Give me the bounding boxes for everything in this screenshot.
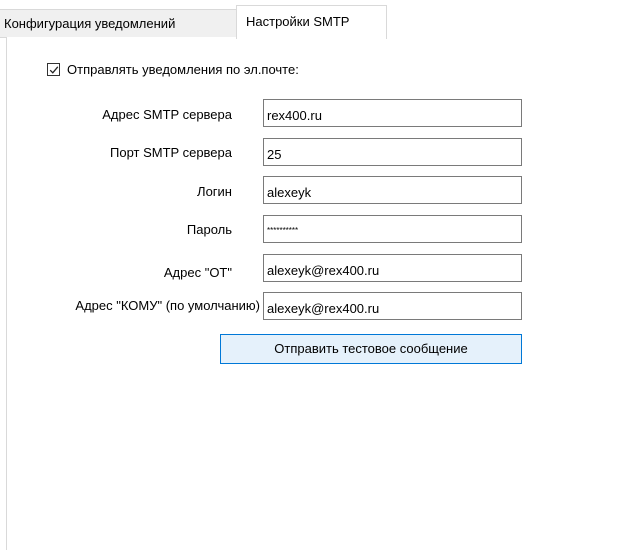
email-notifications-label[interactable]: Отправлять уведомления по эл.почте: [67,61,299,79]
tab-notification-config-label: Конфигурация уведомлений [4,16,176,31]
tab-smtp-settings-label: Настройки SMTP [246,14,350,29]
login-input[interactable] [263,176,522,204]
to-address-input[interactable] [263,292,522,320]
from-address-label: Адрес "ОТ" [163,265,232,280]
smtp-settings-window: Конфигурация уведомлений Настройки SMTP … [0,0,636,550]
password-input[interactable] [263,215,522,243]
tab-smtp-settings[interactable]: Настройки SMTP [236,5,387,39]
tab-notification-config[interactable]: Конфигурация уведомлений [0,9,237,38]
password-label: Пароль [186,222,232,237]
tab-strip: Конфигурация уведомлений Настройки SMTP [0,0,636,39]
from-address-input[interactable] [263,254,522,282]
login-label: Логин [197,184,232,199]
checkmark-icon [49,66,59,74]
smtp-server-label: Адрес SMTP сервера [102,107,232,122]
smtp-port-label: Порт SMTP сервера [110,145,232,160]
to-address-label: Адрес "КОМУ" (по умолчанию) [75,298,260,313]
send-test-message-button[interactable]: Отправить тестовое сообщение [220,334,522,364]
email-notifications-checkbox[interactable] [47,63,60,76]
smtp-port-input[interactable] [263,138,522,166]
smtp-server-input[interactable] [263,99,522,127]
